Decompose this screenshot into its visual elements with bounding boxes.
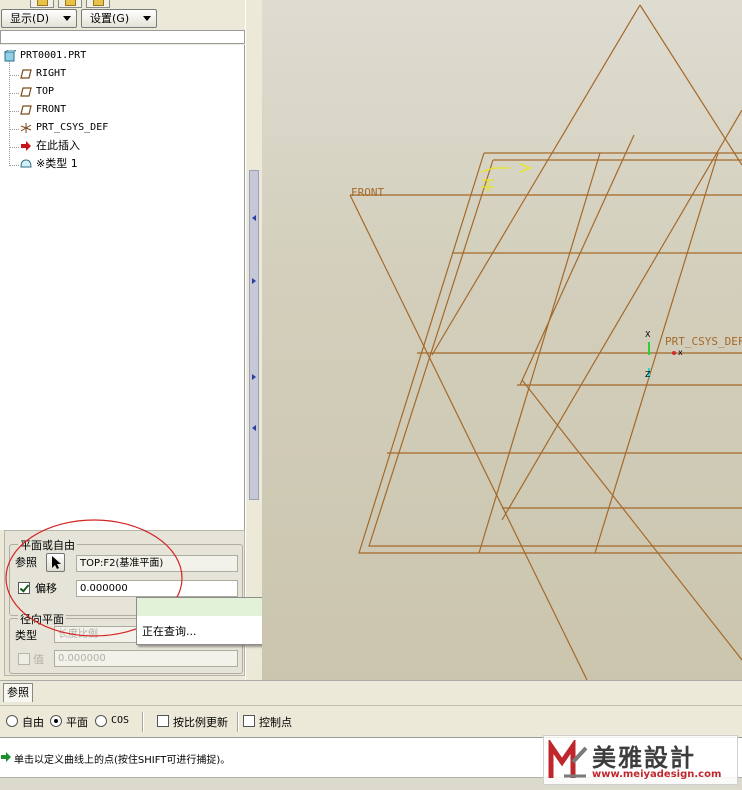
collapse-left-icon[interactable] [252, 425, 256, 431]
tree-item-label: FRONT [36, 104, 67, 115]
csys-label: PRT_CSYS_DEF [665, 335, 742, 348]
favorites-icon [93, 0, 104, 6]
collapse-left-icon[interactable] [252, 215, 256, 221]
navigator-tab-model-tree[interactable] [30, 0, 54, 8]
offset-input[interactable]: 0.000000 [76, 580, 238, 597]
datum-plane-icon [20, 87, 32, 97]
graphics-viewport[interactable]: FRONT PRT_CSYS_DEF X x Z [262, 0, 742, 680]
settings-menu-button[interactable]: 设置(G) [81, 9, 157, 28]
reference-label: 参照 [15, 556, 37, 569]
settings-menu-label: 设置(G) [90, 12, 130, 25]
top-plane-tag [480, 163, 532, 192]
scale-update-checkbox[interactable] [157, 715, 169, 727]
value-checkbox[interactable] [18, 653, 30, 665]
watermark-logo [548, 740, 588, 778]
value-label: 值 [33, 653, 44, 666]
plane-radio[interactable] [50, 715, 62, 727]
type-label: 类型 [15, 629, 37, 642]
folder-icon [65, 0, 76, 6]
tree-connector [9, 147, 19, 148]
watermark-url: www.meiyadesign.com [592, 769, 722, 780]
tree-connector [9, 111, 19, 112]
tree-item-label: ※类型 1 [36, 157, 78, 170]
watermark-brand: 美雅設計 [592, 743, 696, 772]
expand-right-icon[interactable] [252, 374, 256, 380]
plane-group-title: 平面或自由 [18, 537, 77, 553]
control-points-label: 控制点 [259, 716, 292, 729]
dashboard-tab-row: 参照 [0, 680, 742, 705]
datum-plane-icon [20, 69, 32, 79]
tab-references[interactable]: 参照 [3, 683, 33, 702]
plane-radio-label: 平面 [66, 716, 88, 729]
cursor-arrow-icon [52, 556, 61, 569]
chevron-down-icon [63, 16, 71, 21]
reference-field[interactable]: TOP:F2(基准平面) [76, 555, 238, 572]
folder-icon [37, 0, 48, 6]
query-status-text: 正在查询... [142, 625, 197, 638]
expand-right-icon[interactable] [252, 278, 256, 284]
chevron-down-icon [143, 16, 151, 21]
offset-label: 偏移 [35, 582, 57, 595]
part-icon [4, 50, 16, 62]
tree-connector [9, 93, 19, 94]
csys-axis-y-label: X [645, 330, 651, 339]
tree-item-label: RIGHT [36, 68, 67, 79]
display-menu-label: 显示(D) [10, 12, 50, 25]
tree-item-label: PRT_CSYS_DEF [36, 122, 109, 133]
tree-item-label: 在此插入 [36, 139, 80, 152]
panel-splitter[interactable] [245, 0, 262, 680]
status-message: 单击以定义曲线上的点(按住SHIFT可进行捕捉)。 [14, 755, 231, 766]
type-select[interactable]: 长度比例 [54, 626, 140, 643]
top-plane-grid [387, 152, 742, 554]
control-points-checkbox[interactable] [243, 715, 255, 727]
free-radio-label: 自由 [22, 716, 44, 729]
datum-plane-icon [20, 105, 32, 115]
tree-connector [9, 165, 19, 166]
watermark: 美雅設計 www.meiyadesign.com [543, 735, 738, 785]
curve-feature-icon [20, 159, 32, 168]
insert-here-arrow-icon [21, 141, 31, 151]
select-reference-button[interactable] [46, 553, 65, 572]
model-tree-toolbar: 显示(D) 设置(G) [0, 8, 245, 30]
value-input[interactable]: 0.000000 [54, 650, 238, 667]
offset-checkbox[interactable] [18, 582, 30, 594]
tree-connector [9, 75, 19, 76]
navigator-tabs [0, 0, 245, 8]
prompt-arrow-icon [1, 752, 11, 762]
tree-item-label: PRT0001.PRT [20, 50, 87, 61]
curve-options-row: 自由 平面 COS 按比例更新 控制点 [0, 705, 742, 737]
tree-connector [9, 129, 19, 130]
radial-plane-group-title: 径向平面 [18, 611, 66, 627]
cos-radio-label: COS [111, 715, 130, 726]
divider [142, 712, 144, 732]
navigator-tab-folder[interactable] [58, 0, 82, 8]
front-plane-label: FRONT [351, 186, 385, 199]
cos-radio[interactable] [95, 715, 107, 727]
model-tree: PRT0001.PRT RIGHT TOP FRONT PRT_CSYS_DEF… [0, 45, 245, 530]
navigator-tab-favorites[interactable] [86, 0, 110, 8]
csys-axis-z-label: Z [645, 370, 651, 379]
display-menu-button[interactable]: 显示(D) [1, 9, 77, 28]
tree-item-label: TOP [36, 86, 55, 97]
csys-icon [20, 123, 32, 133]
tree-filter-field[interactable] [0, 30, 245, 44]
csys-axis-x-label: x [678, 348, 683, 357]
scale-update-label: 按比例更新 [173, 716, 228, 729]
divider [237, 712, 239, 732]
free-radio[interactable] [6, 715, 18, 727]
